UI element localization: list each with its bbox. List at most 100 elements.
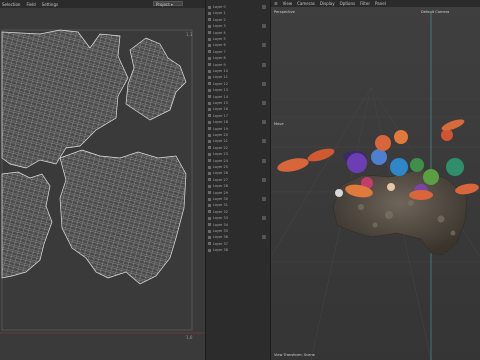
uv-shell-4-mesh bbox=[2, 172, 52, 278]
layer-row[interactable]: Layer 9 bbox=[208, 62, 266, 68]
viewport-menu-display[interactable]: Display bbox=[320, 1, 335, 6]
layer-swatch bbox=[208, 197, 211, 201]
layer-row[interactable]: Layer 11 bbox=[208, 74, 266, 80]
layer-label: Layer 4 bbox=[213, 30, 226, 35]
layer-label: Layer 19 bbox=[213, 126, 228, 131]
layer-label: Layer 17 bbox=[213, 113, 228, 118]
layer-swatch bbox=[208, 139, 211, 143]
layer-swatch bbox=[208, 120, 211, 124]
layer-row[interactable]: Layer 3 bbox=[208, 23, 266, 29]
uv-menu-selection[interactable]: Selection bbox=[2, 2, 20, 7]
layer-row[interactable]: Layer 30 bbox=[208, 196, 266, 202]
layer-row[interactable]: Layer 37 bbox=[208, 241, 266, 247]
layer-row[interactable]: Layer 6 bbox=[208, 42, 266, 48]
layer-row[interactable]: Layer 21 bbox=[208, 138, 266, 144]
camera-label: Perspective bbox=[274, 10, 296, 14]
layer-row[interactable]: Layer 32 bbox=[208, 209, 266, 215]
layer-label: Layer 26 bbox=[213, 171, 228, 176]
layer-label: Layer 15 bbox=[213, 101, 228, 105]
layer-row[interactable]: Layer 19 bbox=[208, 126, 266, 132]
orange-branch-coral[interactable] bbox=[375, 135, 391, 151]
layer-row[interactable]: Layer 28 bbox=[208, 183, 266, 189]
layer-swatch bbox=[208, 63, 211, 67]
uv-canvas[interactable]: 1,1 1,0 bbox=[0, 8, 205, 360]
viewport-menu-panel[interactable]: Panel bbox=[375, 1, 386, 6]
layer-toggle-button[interactable] bbox=[262, 216, 266, 221]
uv-corner-bottom-right: 1,0 bbox=[186, 335, 193, 340]
layer-label: Layer 34 bbox=[213, 222, 228, 227]
layer-row[interactable]: Layer 17 bbox=[208, 113, 266, 119]
layer-row[interactable]: Layer 36 bbox=[208, 234, 266, 240]
layer-row[interactable]: Layer 8 bbox=[208, 55, 266, 61]
layer-label: Layer 37 bbox=[213, 241, 228, 246]
layer-row[interactable]: Layer 10 bbox=[208, 68, 266, 74]
uv-shell-3-mesh bbox=[60, 150, 186, 284]
layer-toggle-button[interactable] bbox=[262, 235, 266, 240]
uv-menu-field[interactable]: Field bbox=[26, 2, 35, 7]
layer-swatch bbox=[208, 229, 211, 233]
viewport-menu-options[interactable]: Options bbox=[340, 1, 355, 6]
layer-row[interactable]: Layer 31 bbox=[208, 202, 266, 208]
uv-project-dropdown[interactable]: Project ▾ bbox=[153, 1, 183, 7]
layer-swatch bbox=[208, 88, 211, 92]
layer-toggle-button[interactable] bbox=[262, 43, 266, 48]
layer-toggle-button[interactable] bbox=[262, 81, 266, 86]
layer-row[interactable]: Layer 20 bbox=[208, 132, 266, 138]
layer-row[interactable]: Layer 34 bbox=[208, 222, 266, 228]
layer-row[interactable]: Layer 26 bbox=[208, 170, 266, 176]
layer-toggle-button[interactable] bbox=[262, 62, 266, 67]
layer-label: Layer 28 bbox=[213, 184, 228, 189]
layer-row[interactable]: Layer 14 bbox=[208, 94, 266, 100]
layer-row[interactable]: Layer 2 bbox=[208, 17, 266, 23]
layer-label: Layer 12 bbox=[213, 81, 228, 86]
layer-label: Layer 36 bbox=[213, 235, 228, 240]
layer-toggle-button[interactable] bbox=[262, 5, 266, 9]
layer-row[interactable]: Layer 33 bbox=[208, 215, 266, 221]
viewport-menu-view[interactable]: View bbox=[283, 1, 293, 6]
layer-label: Layer 33 bbox=[213, 216, 228, 221]
layer-row[interactable]: Layer 15 bbox=[208, 100, 266, 106]
layer-swatch bbox=[208, 242, 211, 246]
layer-toggle-button[interactable] bbox=[262, 101, 266, 105]
layer-row[interactable]: Layer 18 bbox=[208, 119, 266, 125]
layer-toggle-button[interactable] bbox=[262, 24, 266, 29]
layer-toggle-button[interactable] bbox=[262, 120, 266, 125]
layer-row[interactable]: Layer 29 bbox=[208, 190, 266, 196]
layer-toggle-button[interactable] bbox=[262, 197, 266, 201]
uv-menu-settings[interactable]: Settings bbox=[42, 2, 58, 7]
layer-swatch bbox=[208, 31, 211, 35]
layer-toggle-button[interactable] bbox=[262, 158, 266, 163]
layer-row[interactable]: Layer 12 bbox=[208, 81, 266, 87]
layer-label: Layer 23 bbox=[213, 152, 228, 157]
layer-row[interactable]: Layer 5 bbox=[208, 36, 266, 42]
layer-toggle-button[interactable] bbox=[262, 177, 266, 182]
layer-row[interactable]: Layer 7 bbox=[208, 49, 266, 55]
layer-swatch bbox=[208, 165, 211, 169]
layer-row[interactable]: Layer 22 bbox=[208, 145, 266, 151]
layer-row[interactable]: Layer 13 bbox=[208, 87, 266, 93]
viewport-canvas[interactable]: Perspective Default Camera Move View Tra… bbox=[271, 7, 480, 360]
layer-row[interactable]: Layer 25 bbox=[208, 164, 266, 170]
layer-swatch bbox=[208, 171, 211, 175]
viewport-menu-filter[interactable]: Filter bbox=[360, 1, 370, 6]
layer-row[interactable]: Layer 0 bbox=[208, 4, 266, 10]
layer-toggle-button[interactable] bbox=[262, 139, 266, 144]
layer-row[interactable]: Layer 27 bbox=[208, 177, 266, 183]
layer-row[interactable]: Layer 38 bbox=[208, 247, 266, 253]
blue-coral[interactable] bbox=[371, 149, 387, 165]
viewport-menu-icon[interactable]: ☰ bbox=[274, 1, 278, 6]
viewport-menu-cameras[interactable]: Cameras bbox=[297, 1, 315, 6]
layer-swatch bbox=[208, 223, 211, 227]
layer-row[interactable]: Layer 16 bbox=[208, 106, 266, 112]
layer-swatch bbox=[208, 24, 211, 28]
layer-row[interactable]: Layer 35 bbox=[208, 228, 266, 234]
move-label: Move bbox=[274, 122, 284, 126]
layer-label: Layer 21 bbox=[213, 139, 228, 144]
purple-coral[interactable] bbox=[347, 153, 367, 173]
layer-row[interactable]: Layer 23 bbox=[208, 151, 266, 157]
layer-row[interactable]: Layer 24 bbox=[208, 158, 266, 164]
layer-row[interactable]: Layer 1 bbox=[208, 10, 266, 16]
layer-swatch bbox=[208, 95, 211, 99]
green-coral[interactable] bbox=[410, 158, 424, 172]
layer-row[interactable]: Layer 4 bbox=[208, 30, 266, 36]
